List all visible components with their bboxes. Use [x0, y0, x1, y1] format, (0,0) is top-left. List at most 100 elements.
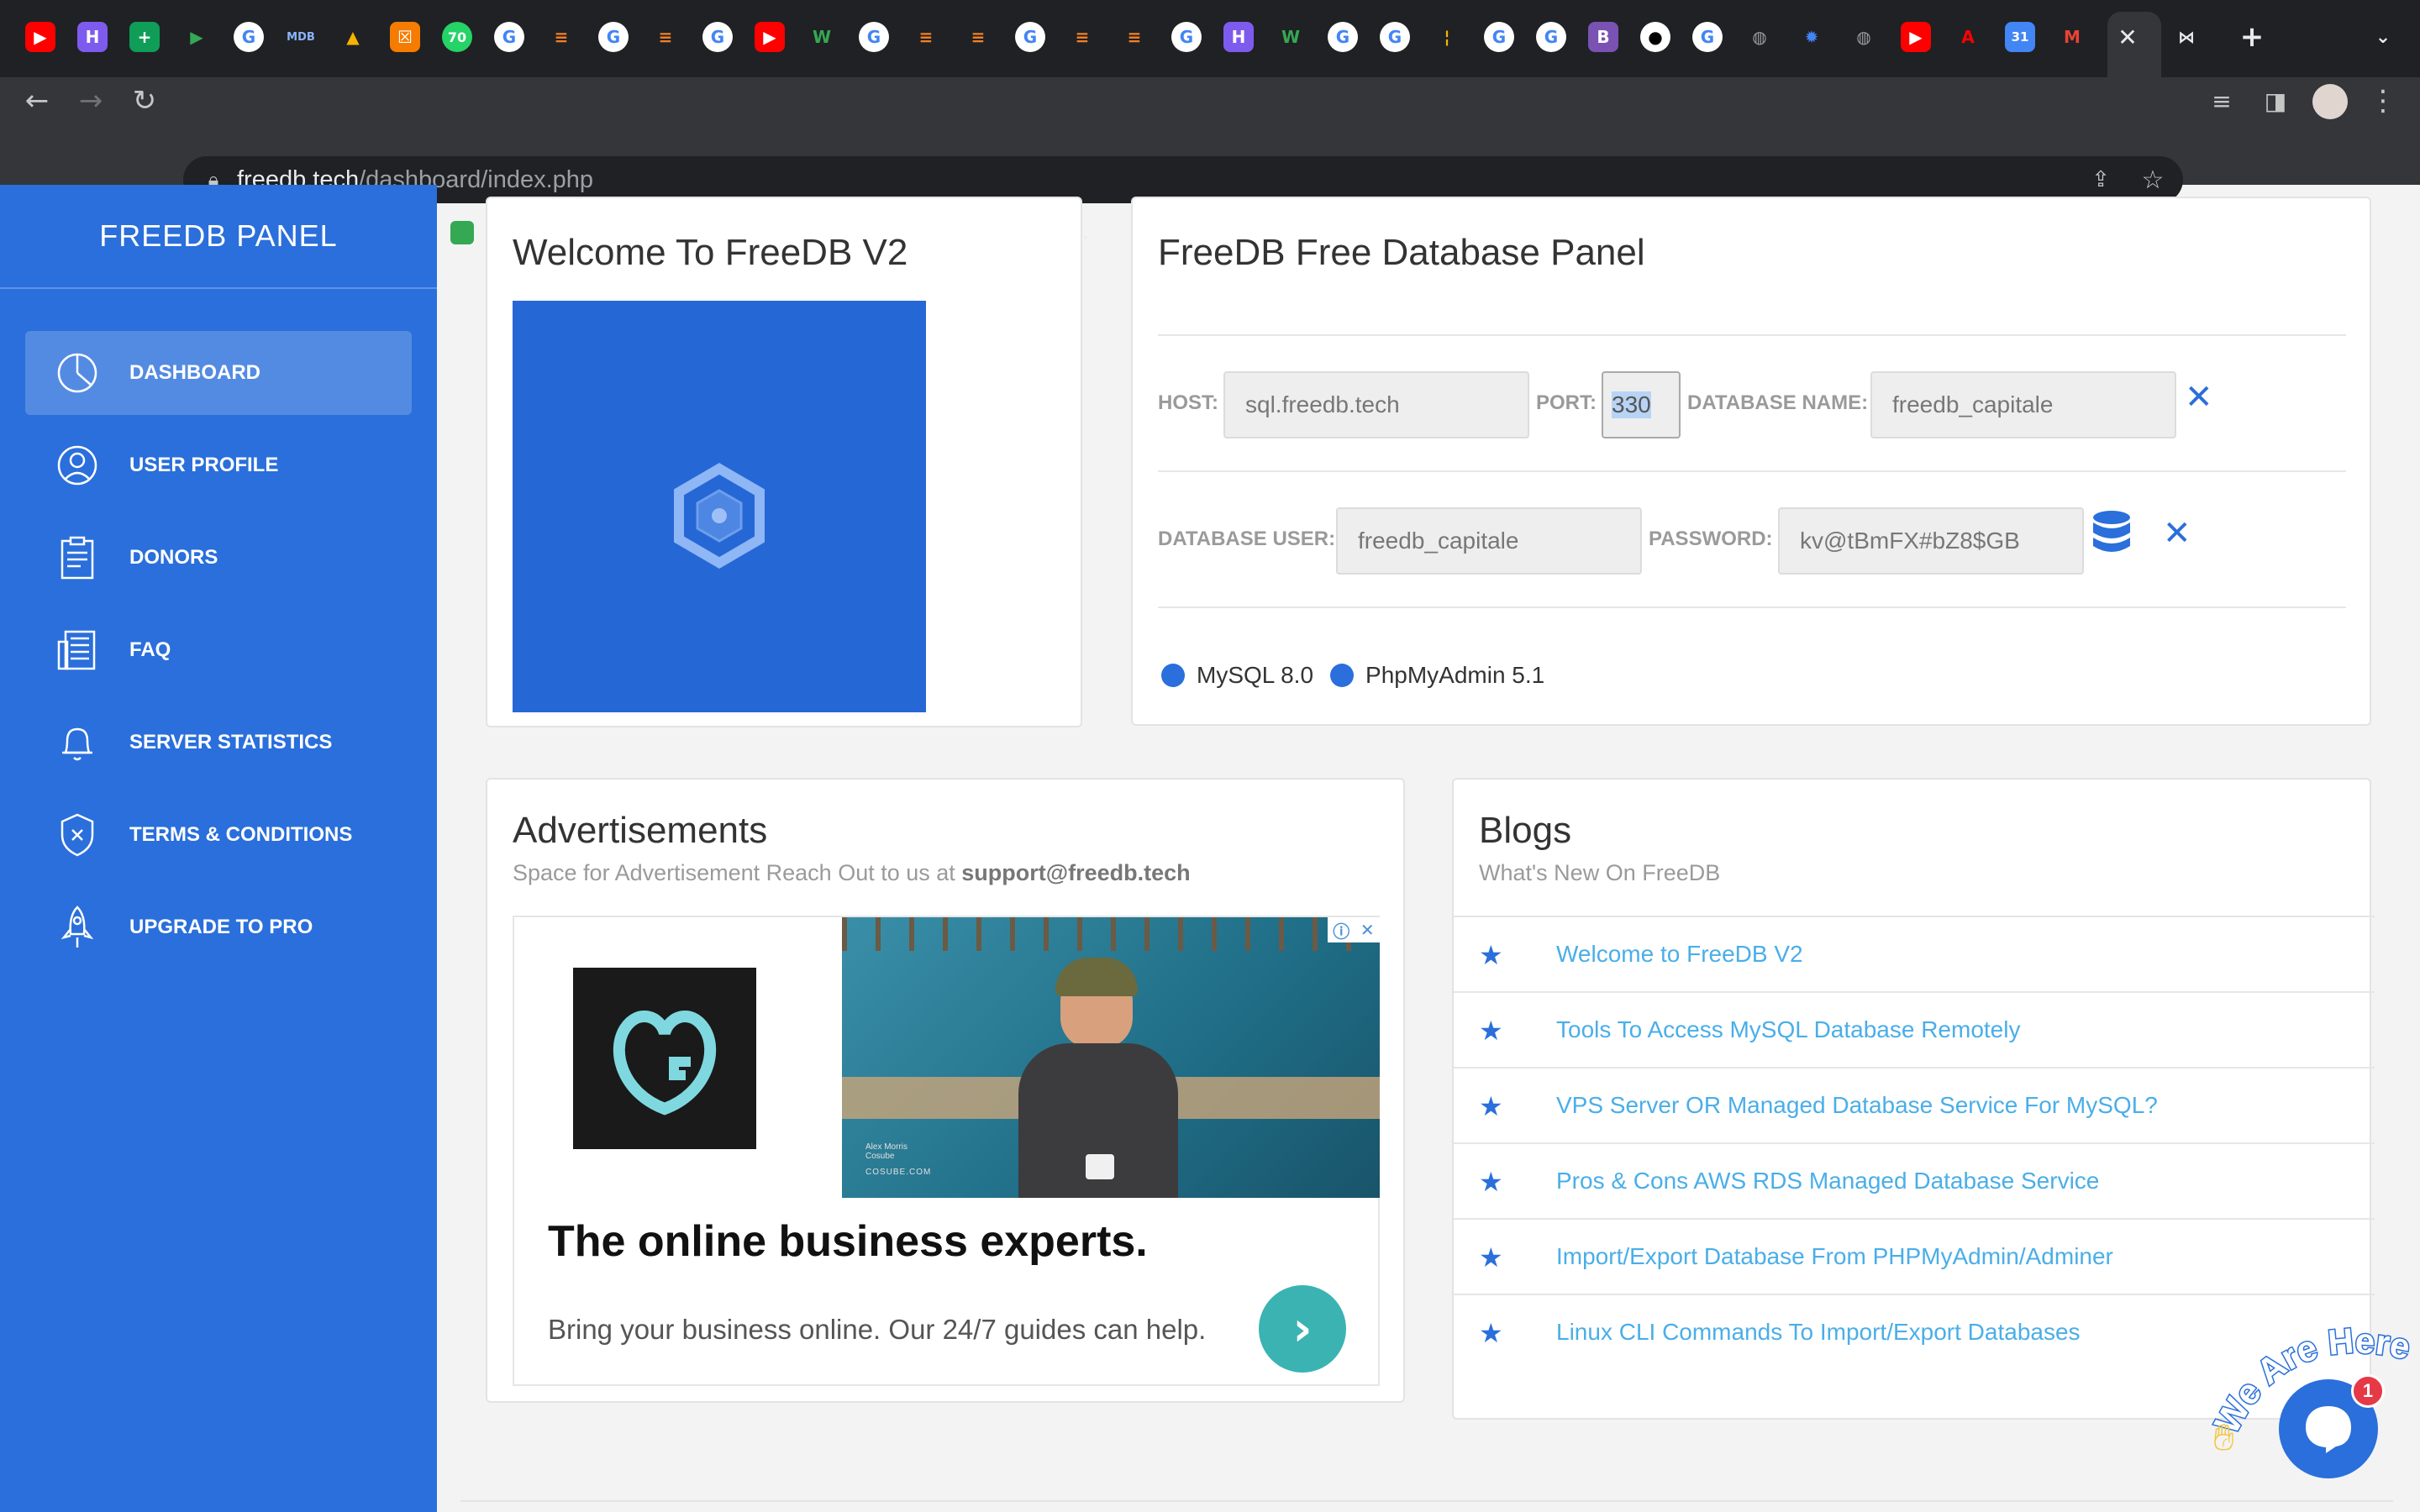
- tab-google-icon[interactable]: G: [702, 22, 733, 52]
- ad-banner[interactable]: Alex Morris Cosube COSUBE.COM ⓘ ✕ The onl…: [513, 916, 1380, 1386]
- db-panel-title: FreeDB Free Database Panel: [1158, 232, 1645, 273]
- tab-google-icon[interactable]: G: [1015, 22, 1045, 52]
- blog-row: ★ Tools To Access MySQL Database Remotely: [1454, 991, 2375, 1067]
- tab-google-icon[interactable]: G: [1380, 22, 1410, 52]
- tab-adobe-icon[interactable]: A: [1953, 22, 1983, 52]
- close-tab-icon[interactable]: ✕: [2112, 22, 2143, 52]
- tab-bow-icon[interactable]: ⋈: [2171, 22, 2202, 52]
- close-icon[interactable]: ✕: [2185, 378, 2213, 417]
- blog-link[interactable]: Pros & Cons AWS RDS Managed Database Ser…: [1556, 1168, 2099, 1194]
- tab-search-chevron-icon[interactable]: ⌄: [2368, 22, 2398, 52]
- port-label: PORT:: [1536, 391, 1597, 414]
- tab-stackoverflow-icon[interactable]: ≡: [911, 22, 941, 52]
- star-icon: ★: [1479, 1090, 1503, 1122]
- tab-mdb-icon[interactable]: MDB: [286, 22, 316, 52]
- bookmark-star-icon[interactable]: ☆: [2136, 163, 2170, 197]
- tab-xampp-icon[interactable]: ☒: [390, 22, 420, 52]
- tab-stackoverflow-icon[interactable]: ≡: [650, 22, 681, 52]
- sidebar-item-dashboard[interactable]: DASHBOARD: [25, 331, 412, 415]
- tab-stackoverflow-icon[interactable]: ≡: [963, 22, 993, 52]
- sidebar-item-faq[interactable]: FAQ: [25, 608, 412, 692]
- ad-caption-company: Cosube: [865, 1152, 895, 1161]
- tab-google-icon[interactable]: G: [494, 22, 524, 52]
- tab-triangle-icon[interactable]: ▲: [338, 22, 368, 52]
- rocket-icon: [54, 904, 101, 951]
- tab-w3-icon[interactable]: W: [807, 22, 837, 52]
- media-controls-icon[interactable]: ≡: [2202, 81, 2242, 121]
- tab-whatsapp-icon[interactable]: 70: [442, 22, 472, 52]
- tab-google-icon[interactable]: G: [1171, 22, 1202, 52]
- tab-google-icon[interactable]: G: [1484, 22, 1514, 52]
- tab-sheets-icon[interactable]: +: [129, 22, 160, 52]
- tab-calendar-icon[interactable]: 31: [2005, 22, 2035, 52]
- blog-row: ★ VPS Server OR Managed Database Service …: [1454, 1067, 2375, 1142]
- tab-globe-icon[interactable]: ◍: [1849, 22, 1879, 52]
- blogs-subtitle: What's New On FreeDB: [1479, 860, 1721, 885]
- forward-arrow-icon[interactable]: →: [71, 81, 111, 121]
- tab-w3-icon[interactable]: W: [1276, 22, 1306, 52]
- tab-bootstrap-icon[interactable]: B: [1588, 22, 1618, 52]
- port-field[interactable]: 330: [1602, 371, 1681, 438]
- blog-link[interactable]: Linux CLI Commands To Import/Export Data…: [1556, 1319, 2081, 1346]
- support-email[interactable]: support@freedb.tech: [961, 860, 1190, 885]
- ad-info-icon[interactable]: ⓘ: [1333, 918, 1349, 942]
- tab-stackoverflow-icon[interactable]: ≡: [1067, 22, 1097, 52]
- sidebar-item-donors[interactable]: DONORS: [25, 516, 412, 600]
- tab-play-icon[interactable]: ▶: [182, 22, 212, 52]
- tab-github-icon[interactable]: ●: [1640, 22, 1670, 52]
- mysql-version: MySQL 8.0: [1197, 662, 1314, 688]
- godaddy-g-icon: [613, 1011, 717, 1116]
- tab-h-icon[interactable]: H: [77, 22, 108, 52]
- tab-google-icon[interactable]: G: [859, 22, 889, 52]
- close-icon[interactable]: ✕: [2163, 514, 2191, 553]
- star-icon: ★: [1479, 1166, 1503, 1198]
- tab-google-icon[interactable]: G: [234, 22, 264, 52]
- tab-youtube-icon[interactable]: ▶: [1901, 22, 1931, 52]
- sidebar-item-user-profile[interactable]: USER PROFILE: [25, 423, 412, 507]
- ad-next-button[interactable]: ›: [1259, 1285, 1346, 1373]
- tab-globe-icon[interactable]: ◍: [1744, 22, 1775, 52]
- godaddy-logo: [573, 968, 756, 1149]
- reload-icon[interactable]: ↻: [124, 81, 165, 121]
- blog-link[interactable]: Import/Export Database From PHPMyAdmin/A…: [1556, 1243, 2113, 1270]
- ad-photo-caption: Alex Morris Cosube COSUBE.COM: [865, 1142, 931, 1177]
- tab-youtube-icon[interactable]: ▶: [755, 22, 785, 52]
- share-icon[interactable]: ⇪: [2084, 163, 2118, 197]
- tab-h-icon[interactable]: H: [1223, 22, 1254, 52]
- chevron-right-icon: ›: [1292, 1301, 1313, 1357]
- database-icon[interactable]: [2091, 509, 2133, 556]
- sidebar-item-server-statistics[interactable]: SERVER STATISTICS: [25, 701, 412, 785]
- tab-google-icon[interactable]: G: [1692, 22, 1723, 52]
- tab-gear-icon[interactable]: ✹: [1797, 22, 1827, 52]
- ad-choices[interactable]: ⓘ ✕: [1328, 917, 1380, 942]
- side-panel-icon[interactable]: ◨: [2255, 81, 2296, 121]
- sidebar-item-terms-conditions[interactable]: TERMS & CONDITIONS: [25, 793, 412, 877]
- password-field[interactable]: kv@tBmFX#bZ8$GB: [1778, 507, 2084, 575]
- chat-launcher-button[interactable]: 1: [2279, 1374, 2385, 1478]
- sidebar-item-upgrade-to-pro[interactable]: UPGRADE TO PRO: [25, 885, 412, 969]
- tab-stackoverflow-icon[interactable]: ≡: [546, 22, 576, 52]
- tab-bars-icon[interactable]: ¦: [1432, 22, 1462, 52]
- database-name-field[interactable]: freedb_capitale: [1870, 371, 2176, 438]
- host-field[interactable]: sql.freedb.tech: [1223, 371, 1529, 438]
- back-arrow-icon[interactable]: ←: [17, 81, 57, 121]
- tab-stackoverflow-icon[interactable]: ≡: [1119, 22, 1150, 52]
- tab-youtube-icon[interactable]: ▶: [25, 22, 55, 52]
- ad-photo: Alex Morris Cosube COSUBE.COM ⓘ ✕: [842, 917, 1380, 1198]
- divider: [1158, 334, 2346, 336]
- browser-tab-strip: ▶ H + ▶ G MDB ▲ ☒ 70 G ≡ G ≡ G ▶ W G ≡ ≡…: [0, 0, 2420, 77]
- database-user-field[interactable]: freedb_capitale: [1336, 507, 1642, 575]
- ad-close-icon[interactable]: ✕: [1360, 920, 1375, 940]
- blog-link[interactable]: Tools To Access MySQL Database Remotely: [1556, 1016, 2020, 1043]
- tab-gmail-icon[interactable]: M: [2057, 22, 2087, 52]
- brand-title[interactable]: FREEDB PANEL: [0, 218, 437, 254]
- blog-link[interactable]: VPS Server OR Managed Database Service F…: [1556, 1092, 2158, 1119]
- tab-google-icon[interactable]: G: [1536, 22, 1566, 52]
- blog-link[interactable]: Welcome to FreeDB V2: [1556, 941, 1803, 968]
- news-icon: [54, 627, 101, 674]
- tab-google-icon[interactable]: G: [1328, 22, 1358, 52]
- tab-google-icon[interactable]: G: [598, 22, 629, 52]
- profile-avatar[interactable]: [2312, 84, 2348, 119]
- menu-kebab-icon[interactable]: ⋮: [2366, 81, 2400, 121]
- new-tab-icon[interactable]: +: [2237, 20, 2267, 54]
